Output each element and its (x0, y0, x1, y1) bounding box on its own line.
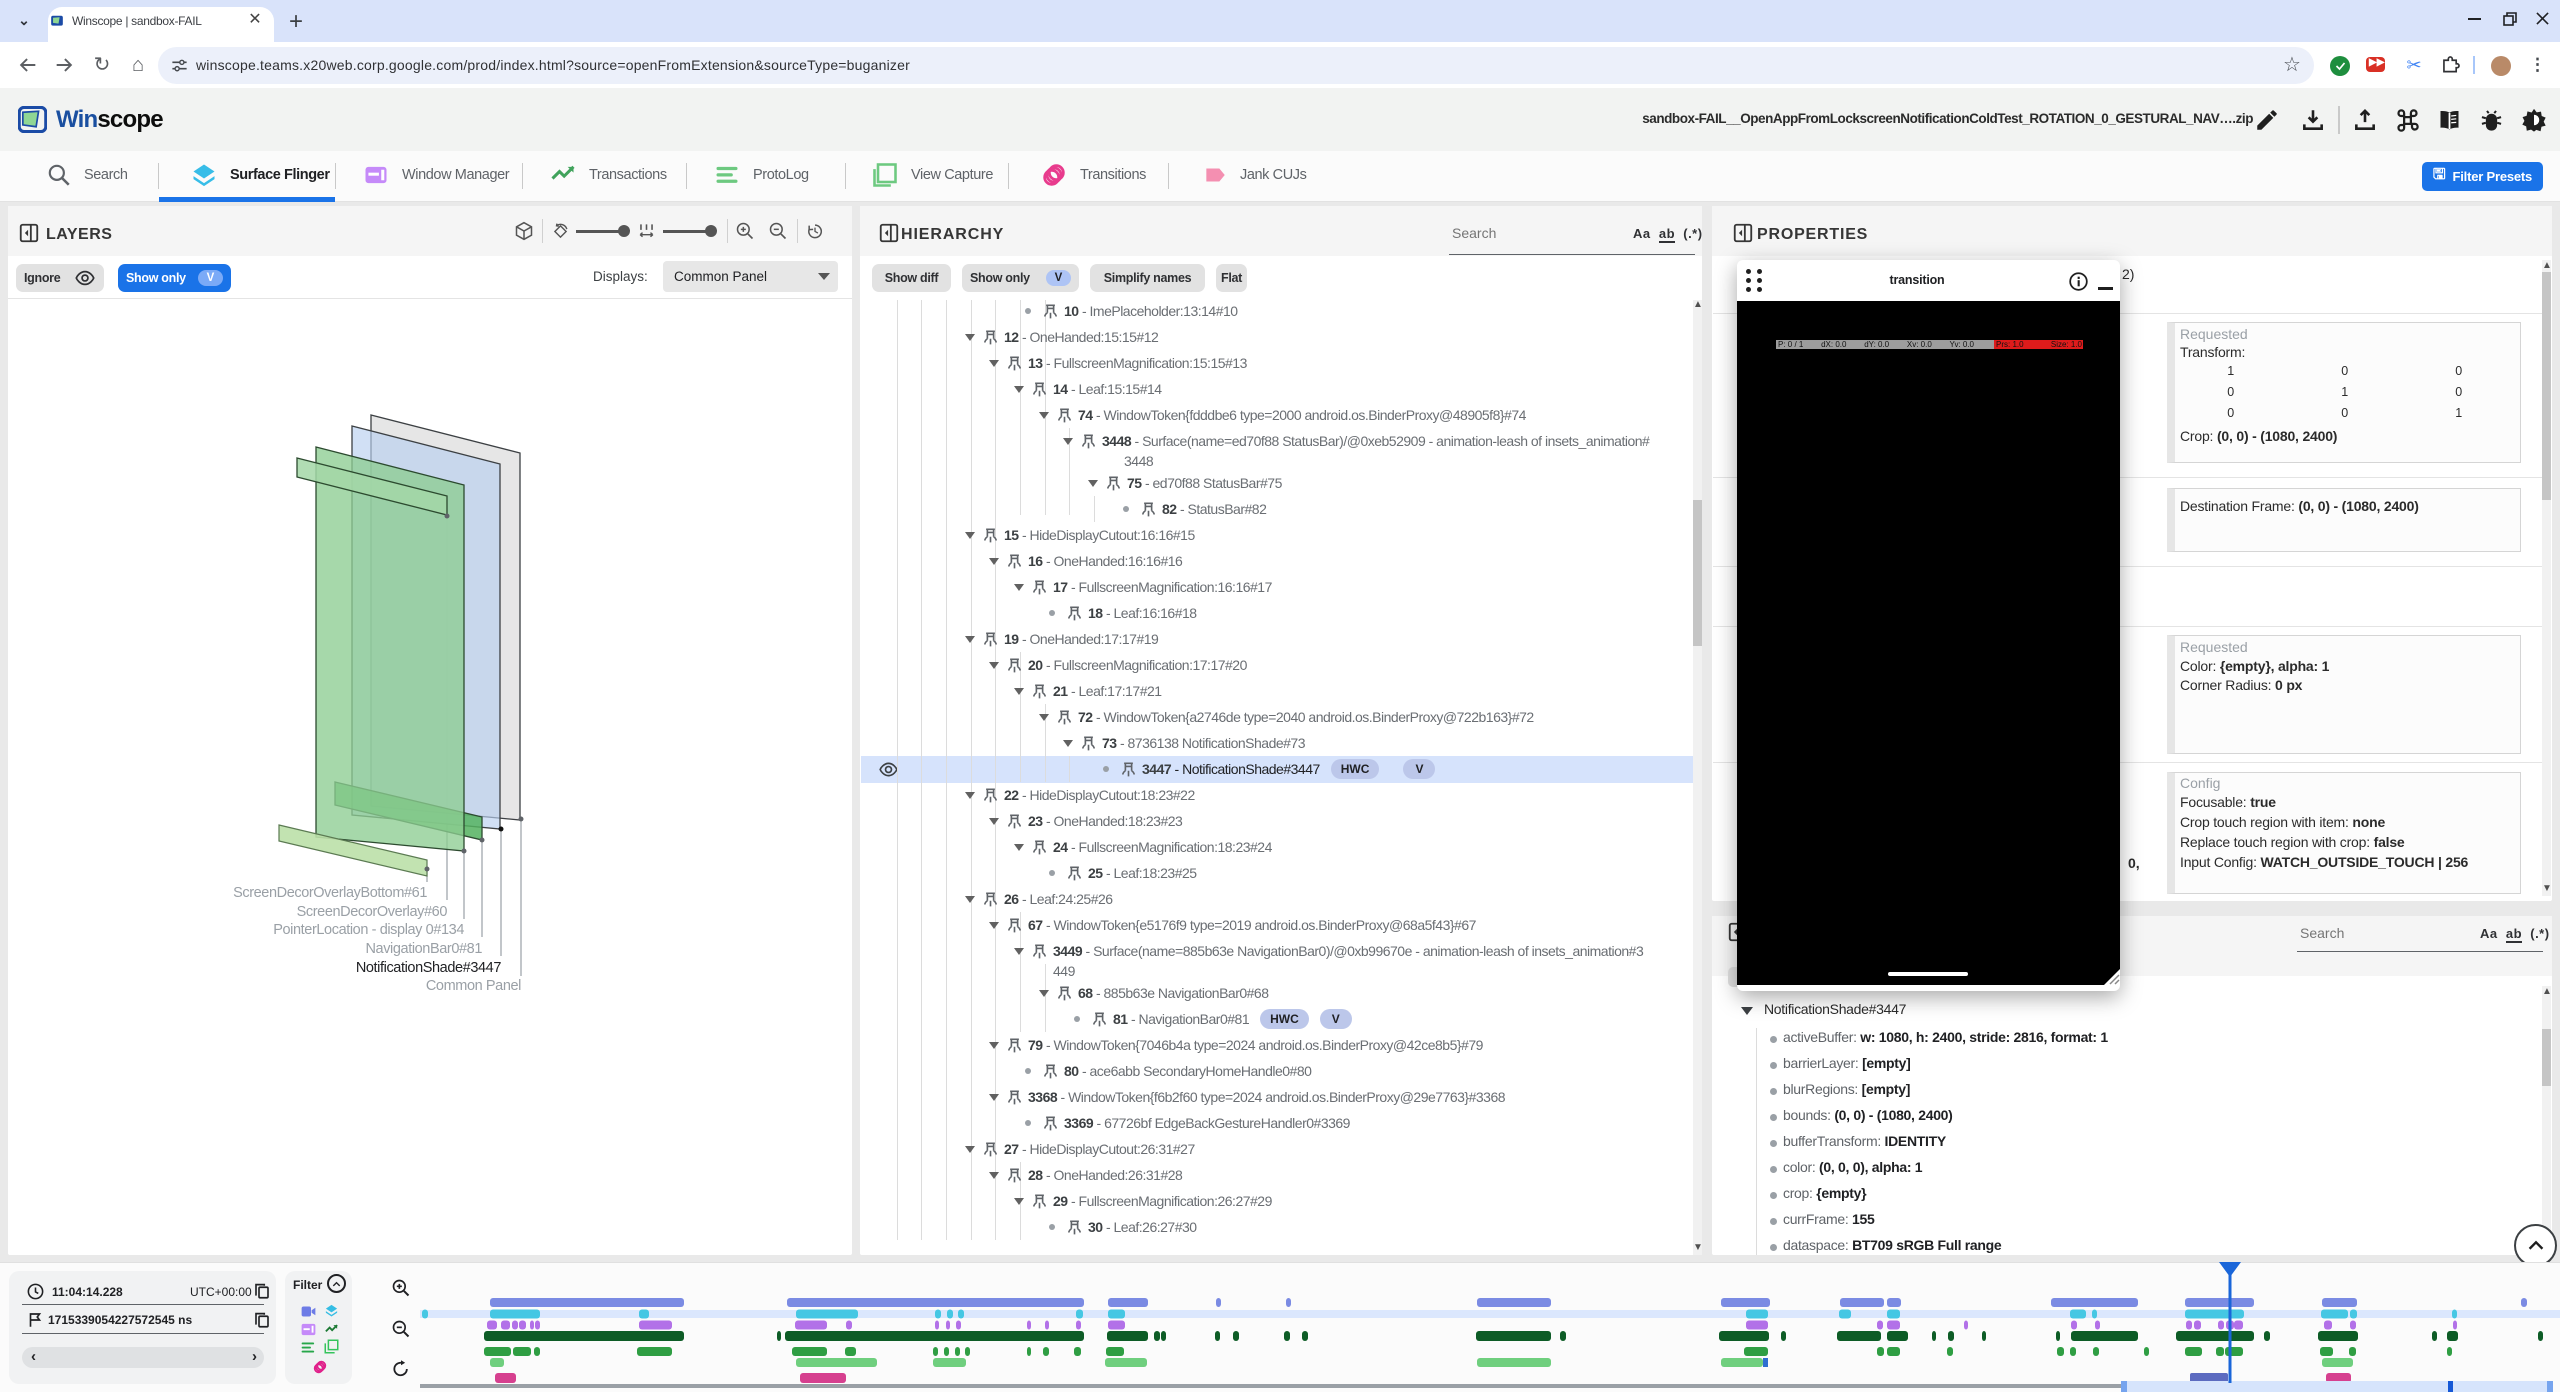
svg-text:NotificationShade#3447: NotificationShade#3447 (356, 960, 502, 976)
svg-text:PointerLocation - display 0#13: PointerLocation - display 0#134 (273, 922, 464, 938)
svg-text:Common Panel: Common Panel (426, 978, 521, 994)
svg-text:NavigationBar0#81: NavigationBar0#81 (365, 941, 482, 957)
svg-text:ScreenDecorOverlayBottom#61: ScreenDecorOverlayBottom#61 (233, 885, 427, 901)
svg-text:ScreenDecorOverlay#60: ScreenDecorOverlay#60 (297, 904, 448, 920)
